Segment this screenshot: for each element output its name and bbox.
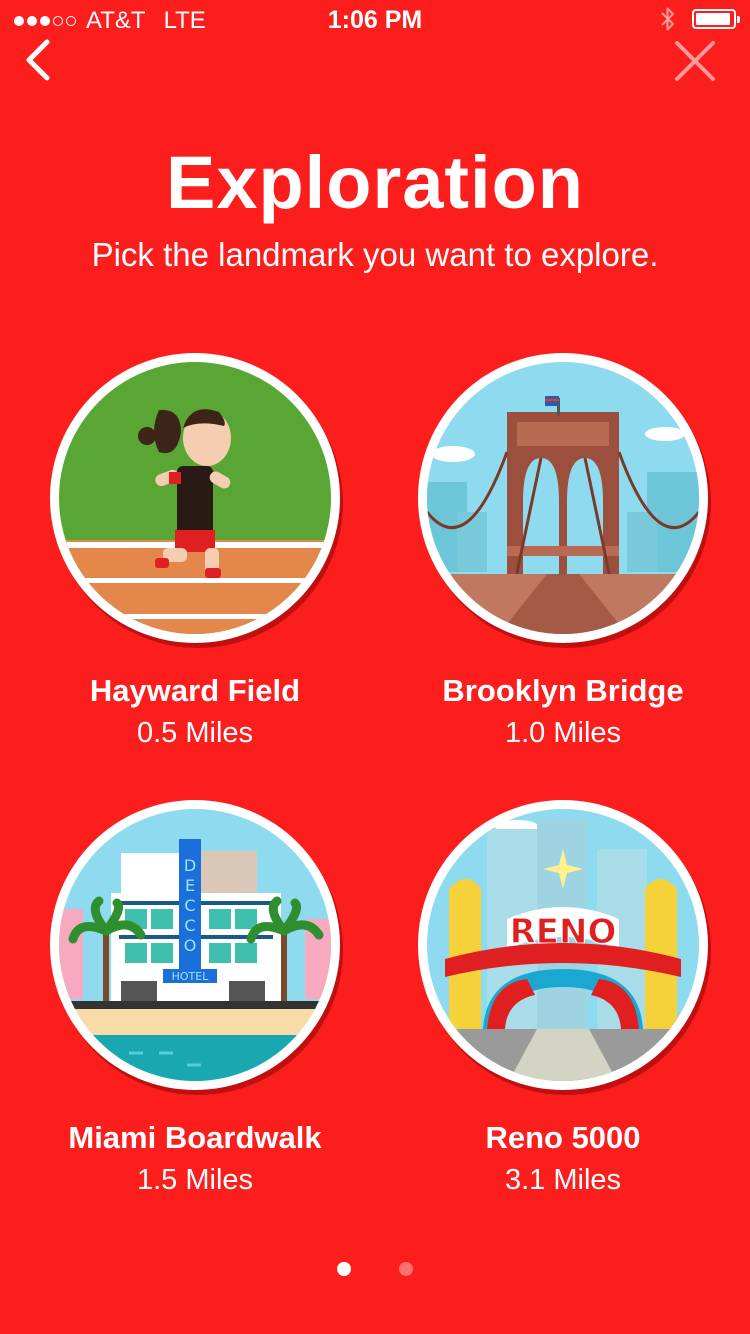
svg-text:HOTEL: HOTEL [172, 970, 210, 983]
landmark-name: Reno 5000 [485, 1120, 641, 1155]
page-dot-2[interactable] [399, 1262, 413, 1276]
landmark-card-reno-5000[interactable]: RENO Reno 5000 3.1 Miles [398, 800, 728, 1197]
page-title: Exploration [165, 141, 585, 224]
landmark-image-frame [50, 353, 340, 643]
status-bar: AT&T LTE 1:06 PM [0, 0, 750, 40]
page-subtitle: Pick the landmark you want to explore. [91, 236, 659, 273]
landmark-image-frame: D E C C O HOTEL [50, 800, 340, 1090]
status-time: 1:06 PM [327, 6, 423, 34]
hotel-sign-letter-1: D [184, 856, 196, 875]
landmark-distance: 3.1 Miles [504, 1164, 622, 1196]
landmark-distance: 0.5 Miles [136, 717, 254, 749]
landmark-card-brooklyn-bridge[interactable]: Brooklyn Bridge 1.0 Miles [398, 353, 728, 750]
close-icon [675, 41, 715, 81]
brooklyn-bridge-illustration [427, 362, 699, 634]
page-dot-1[interactable] [337, 1262, 351, 1276]
landmark-name: Hayward Field [89, 673, 301, 708]
svg-text:C: C [184, 916, 195, 935]
svg-text:O: O [184, 936, 197, 955]
landmark-name: Brooklyn Bridge [442, 673, 684, 708]
landmark-card-hayward-field[interactable]: Hayward Field 0.5 Miles [30, 353, 360, 750]
close-button[interactable] [670, 36, 720, 86]
landmark-card-miami-boardwalk[interactable]: D E C C O HOTEL Miami Boardwalk 1.5 Mile… [30, 800, 360, 1197]
status-right [660, 6, 740, 32]
landmark-name: Miami Boardwalk [68, 1120, 322, 1155]
landmark-distance: 1.5 Miles [136, 1164, 254, 1196]
miami-hotel-beach-illustration: D E C C O HOTEL [59, 809, 331, 1081]
runner-track-illustration [59, 362, 331, 634]
page-indicator [0, 1262, 750, 1276]
back-button[interactable] [16, 36, 66, 86]
landmark-image-frame: RENO [418, 800, 708, 1090]
bluetooth-icon [661, 7, 674, 31]
svg-text:E: E [185, 876, 195, 895]
battery-icon [692, 9, 740, 29]
chevron-left-icon [26, 39, 50, 81]
landmark-image-frame [418, 353, 708, 643]
landmark-distance: 1.0 Miles [504, 717, 622, 749]
svg-text:C: C [184, 896, 195, 915]
reno-arch-illustration: RENO [427, 809, 699, 1081]
